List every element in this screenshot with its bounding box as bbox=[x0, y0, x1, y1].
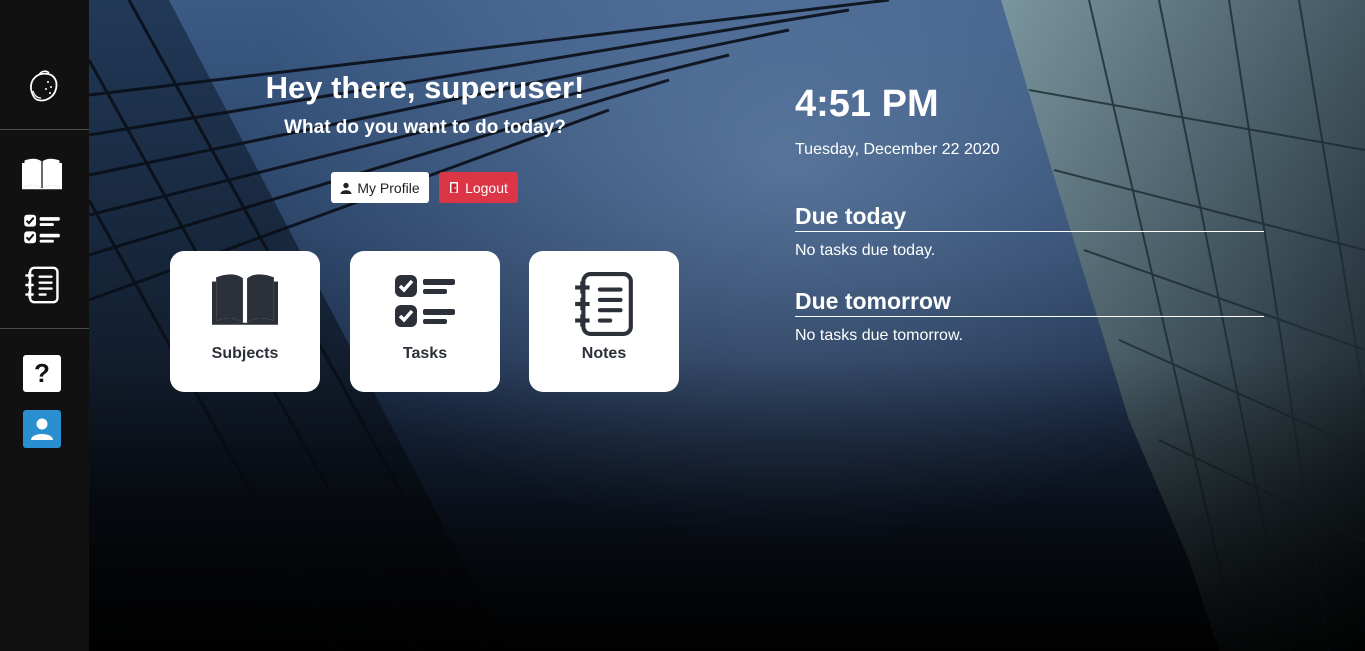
due-tomorrow-heading: Due tomorrow bbox=[795, 287, 1264, 317]
sidebar-item-notes[interactable] bbox=[22, 266, 62, 304]
card-notes-icon-wrap bbox=[529, 271, 679, 336]
logout-button[interactable]: Logout bbox=[439, 172, 518, 203]
main-content: Hey there, superuser! What do you want t… bbox=[89, 0, 1365, 651]
card-subjects-icon-wrap bbox=[170, 271, 320, 335]
sidebar-divider bbox=[0, 328, 89, 329]
book-icon bbox=[212, 274, 278, 325]
notepad-icon bbox=[575, 272, 633, 336]
my-profile-button[interactable]: My Profile bbox=[331, 172, 429, 203]
clock-date: Tuesday, December 22 2020 bbox=[795, 141, 1000, 158]
user-icon bbox=[31, 418, 53, 440]
checklist-icon bbox=[24, 214, 60, 244]
card-subjects[interactable]: Subjects bbox=[170, 251, 320, 392]
logout-label: Logout bbox=[465, 179, 508, 196]
greeting-title: Hey there, superuser! bbox=[265, 70, 585, 105]
card-subjects-label: Subjects bbox=[211, 345, 279, 362]
checklist-icon bbox=[395, 275, 455, 327]
my-profile-label: My Profile bbox=[357, 179, 420, 196]
user-icon bbox=[340, 182, 352, 194]
sidebar-item-tasks[interactable] bbox=[22, 210, 62, 248]
card-tasks-label: Tasks bbox=[402, 345, 448, 362]
card-tasks[interactable]: Tasks bbox=[350, 251, 500, 392]
due-tomorrow-text: No tasks due tomorrow. bbox=[795, 327, 964, 344]
door-icon bbox=[450, 182, 459, 193]
greeting-subtitle: What do you want to do today? bbox=[284, 117, 566, 138]
lemon-icon[interactable] bbox=[24, 67, 62, 105]
clock-time: 4:51 PM bbox=[795, 83, 939, 125]
book-icon bbox=[22, 158, 62, 190]
card-notes[interactable]: Notes bbox=[529, 251, 679, 392]
sidebar: ? bbox=[0, 0, 89, 651]
sidebar-divider bbox=[0, 129, 89, 130]
sidebar-item-subjects[interactable] bbox=[22, 154, 62, 192]
due-today-text: No tasks due today. bbox=[795, 242, 936, 259]
account-button[interactable] bbox=[23, 410, 61, 448]
notepad-icon bbox=[25, 266, 59, 304]
due-today-heading: Due today bbox=[795, 202, 1264, 232]
card-notes-label: Notes bbox=[581, 345, 627, 362]
card-tasks-icon-wrap bbox=[350, 271, 500, 335]
help-button[interactable]: ? bbox=[23, 355, 61, 392]
